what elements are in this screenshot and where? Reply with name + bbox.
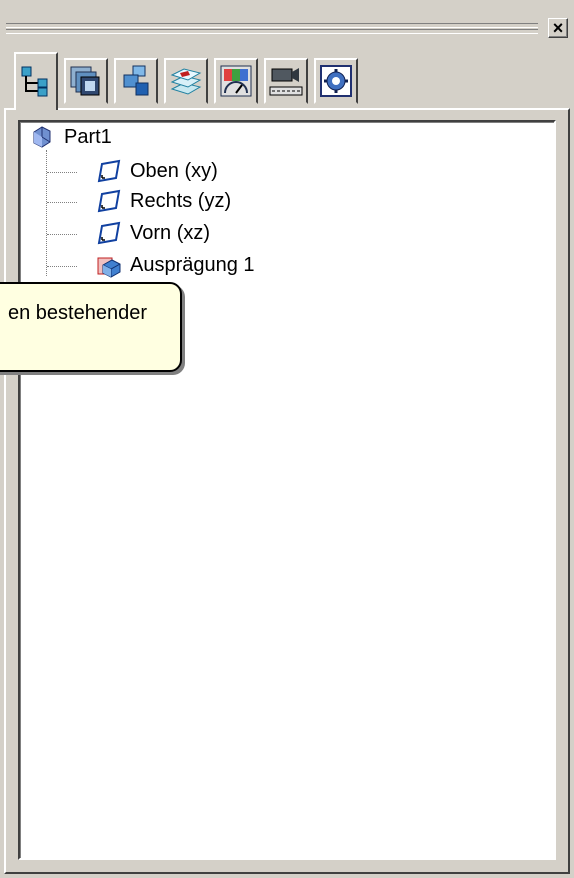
tree-item-rechts[interactable]: Rechts (yz) <box>96 188 231 214</box>
settings-icon <box>320 65 352 97</box>
stacked-pages-icon <box>70 66 100 96</box>
tree-connector <box>47 234 77 235</box>
panel-titlebar[interactable]: × <box>0 12 574 40</box>
tab-feature-tree[interactable] <box>14 52 58 110</box>
close-button[interactable]: × <box>548 18 568 38</box>
tab-camera[interactable] <box>264 58 308 104</box>
drag-grip[interactable] <box>6 29 538 34</box>
sketch-layers-icon <box>170 68 202 95</box>
tab-config[interactable] <box>114 58 158 104</box>
tree-connector <box>47 202 77 203</box>
tab-settings[interactable] <box>314 58 358 104</box>
tree-connector <box>46 150 47 276</box>
feature-tree-icon <box>21 66 48 97</box>
feature-tree[interactable]: Part1 Oben (xy) Rechts (yz) Vorn (xz) Au… <box>18 120 556 860</box>
tab-layers[interactable] <box>64 58 108 104</box>
tree-item-part1[interactable]: Part1 <box>30 124 112 150</box>
tree-item-label: Part1 <box>64 125 112 148</box>
drag-grip[interactable] <box>6 23 538 28</box>
plane-icon <box>97 159 121 183</box>
part-icon <box>33 126 51 148</box>
tree-connector <box>47 266 77 267</box>
tab-sketches[interactable] <box>164 58 208 104</box>
tree-item-label: Vorn (xz) <box>130 221 211 244</box>
tree-item-label: Rechts (yz) <box>130 189 232 212</box>
tree-item-label: Oben (xy) <box>130 159 218 182</box>
configuration-icon <box>123 65 149 96</box>
plane-icon <box>97 221 121 245</box>
tree-item-auspraegung[interactable]: Ausprägung 1 <box>96 252 255 278</box>
plane-icon <box>97 189 121 213</box>
tree-connector <box>47 172 77 173</box>
tooltip: en bestehender <box>0 282 182 372</box>
tree-item-vorn[interactable]: Vorn (xz) <box>96 220 210 246</box>
tree-item-oben[interactable]: Oben (xy) <box>96 158 218 184</box>
display-manager-icon <box>220 65 252 97</box>
camera-icon <box>269 68 303 96</box>
tree-item-label: Ausprägung 1 <box>130 253 255 276</box>
tab-display[interactable] <box>214 58 258 104</box>
tab-strip <box>14 52 434 110</box>
feature-panel: Part1 Oben (xy) Rechts (yz) Vorn (xz) Au… <box>4 108 570 874</box>
extrude-icon <box>97 257 121 278</box>
